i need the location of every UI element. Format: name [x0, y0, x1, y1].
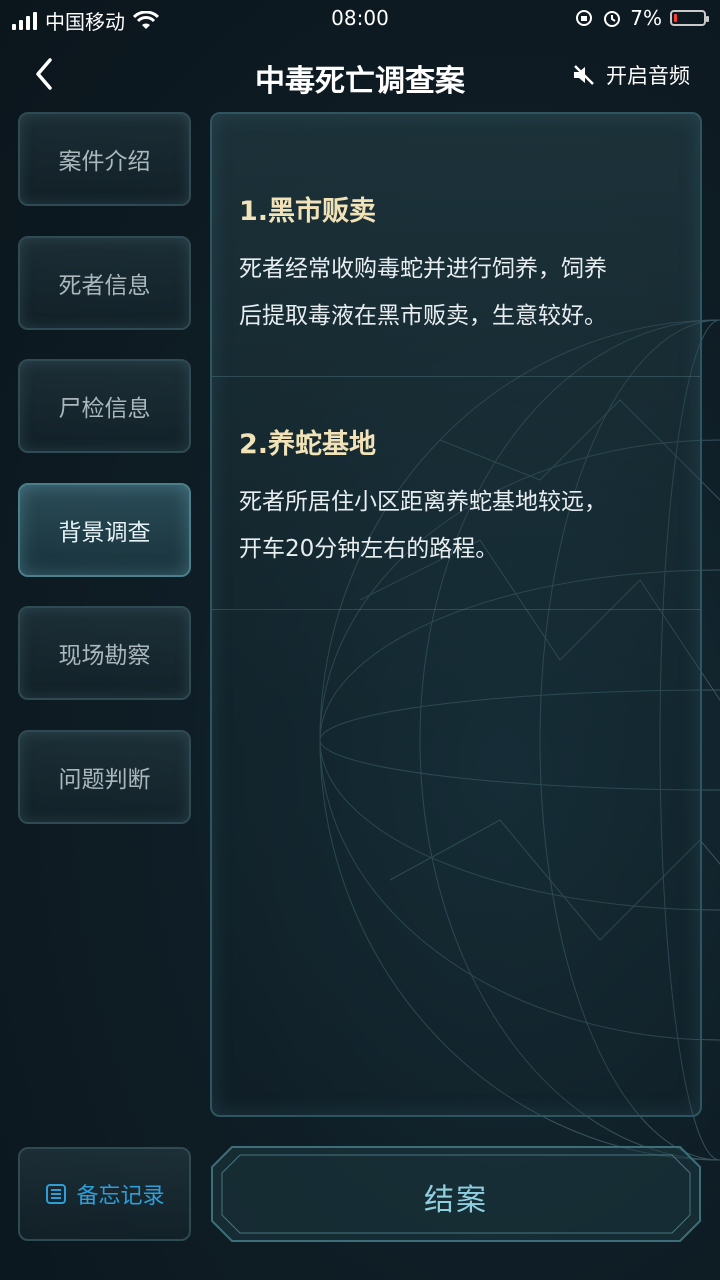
status-bar: 中国移动 08:00 7% — [0, 0, 720, 36]
memo-label: 备忘记录 — [76, 1184, 165, 1209]
section-body: 死者经常收购毒蛇并进行饲养，饲养 后提取毒液在黑市贩卖，生意较好。 — [239, 246, 679, 340]
section-line: 死者经常收购毒蛇并进行饲养，饲养 — [239, 256, 607, 282]
section-divider — [212, 376, 700, 377]
battery-icon — [670, 10, 709, 26]
list-icon — [46, 1184, 67, 1204]
section-line: 后提取毒液在黑市贩卖，生意较好。 — [239, 303, 607, 329]
close-case-button[interactable]: 结案 — [210, 1145, 702, 1243]
alarm-clock-icon — [604, 11, 621, 27]
section-line: 开车20分钟左右的路程。 — [239, 536, 499, 562]
content-panel: 1.黑市贩卖 死者经常收购毒蛇并进行饲养，饲养 后提取毒液在黑市贩卖，生意较好。… — [210, 112, 702, 1117]
section-title: 1.黑市贩卖 — [239, 196, 377, 227]
battery-percent: 7% — [630, 6, 662, 30]
close-case-label: 结案 — [424, 1183, 488, 1218]
sidebar-item-scene-investigation[interactable]: 现场勘察 — [18, 606, 191, 700]
sidebar-item-background-investigation[interactable]: 背景调查 — [18, 482, 191, 577]
sidebar-item-question-judgment[interactable]: 问题判断 — [18, 729, 191, 824]
section-divider — [212, 609, 700, 610]
section-title: 2.养蛇基地 — [239, 429, 377, 460]
audio-toggle-label: 开启音频 — [606, 64, 690, 88]
sidebar-item-case-intro[interactable]: 案件介绍 — [18, 112, 191, 206]
memo-button[interactable]: 备忘记录 — [18, 1147, 191, 1241]
sidebar-item-deceased-info[interactable]: 死者信息 — [18, 235, 191, 330]
rotation-lock-icon — [576, 10, 593, 26]
audio-toggle-button[interactable]: 开启音频 — [572, 60, 690, 90]
section-line: 死者所居住小区距离养蛇基地较远， — [239, 489, 607, 515]
section-body: 死者所居住小区距离养蛇基地较远， 开车20分钟左右的路程。 — [239, 479, 679, 573]
battery-level-fill — [674, 14, 677, 22]
speaker-muted-icon — [574, 65, 594, 85]
sidebar-item-autopsy-info[interactable]: 尸检信息 — [18, 359, 191, 453]
header: 中毒死亡调查案 开启音频 — [0, 44, 720, 104]
sidebar: 案件介绍 死者信息 尸检信息 背景调查 现场勘察 问题判断 — [18, 112, 191, 853]
